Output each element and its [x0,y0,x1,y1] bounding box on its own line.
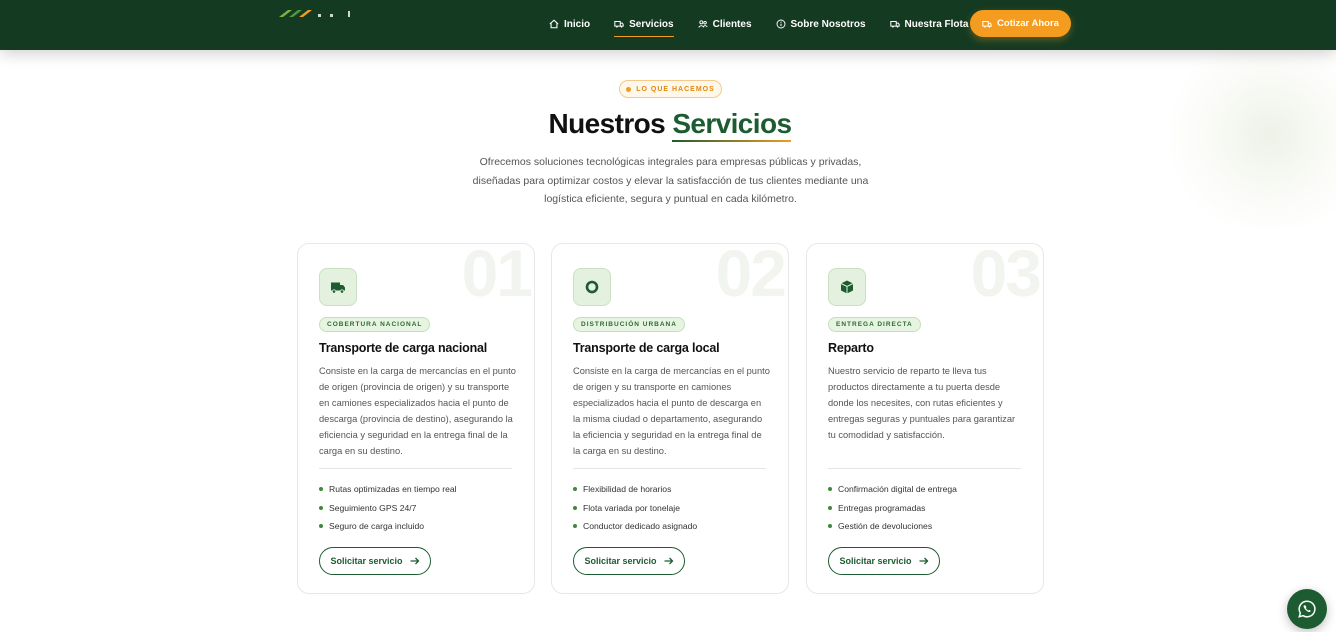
nav-item-inicio[interactable]: Inicio [549,14,590,34]
feature-label: Rutas optimizadas en tiempo real [329,484,457,495]
section-title: Nuestros Servicios [0,108,1336,142]
box-icon [840,280,854,294]
bullet-icon [319,524,323,529]
card-divider [828,468,1021,469]
service-card-reparto: 03 ENTREGA DIRECTA Reparto Nuestro servi… [806,243,1044,594]
card-features: Confirmación digital de entrega Entregas… [828,480,957,536]
feature-item: Flota variada por tonelaje [573,499,697,518]
dot-icon [626,86,632,92]
feature-item: Gestión de devoluciones [828,517,957,536]
bullet-icon [828,524,832,529]
feature-item: Flexibilidad de horarios [573,480,697,499]
bullet-icon [573,487,577,492]
solicitar-servicio-button[interactable]: Solicitar servicio [573,547,685,575]
logo-icon[interactable] [278,8,368,18]
arrow-right-icon [664,557,673,565]
card-badge: COBERTURA NACIONAL [319,317,431,332]
card-badge: DISTRIBUCIÓN URBANA [573,317,685,332]
feature-item: Seguro de carga incluido [319,517,457,536]
nav-item-label: Clientes [712,18,752,30]
section-title-part-a: Nuestros [548,108,666,139]
feature-label: Entregas programadas [838,502,926,513]
nav-links: Inicio Servicios Clientes Sobre Nosotros… [549,0,992,48]
truck-icon [614,21,624,28]
section-title-part-b: Servicios [672,108,792,142]
card-description: Consiste en la carga de mercancías en el… [319,366,516,456]
solicitar-servicio-button[interactable]: Solicitar servicio [828,547,940,575]
card-features: Rutas optimizadas en tiempo real Seguimi… [319,480,457,536]
card-icon-box [319,268,357,306]
users-icon [697,20,708,28]
nav-item-label: Inicio [564,18,591,30]
arrow-right-icon [919,557,928,565]
feature-item: Rutas optimizadas en tiempo real [319,480,457,499]
card-description: Nuestro servicio de reparto te lleva tus… [828,366,1016,440]
bullet-icon [319,505,323,510]
section-subtitle: Ofrecemos soluciones tecnológicas integr… [462,153,879,209]
subtitle-line: logística eficiente, segura y puntual en… [544,193,797,205]
home-icon [549,19,559,29]
card-title: Transporte de carga nacional [319,341,488,355]
card-divider [319,468,512,469]
card-number: 01 [461,243,533,310]
feature-label: Flexibilidad de horarios [583,484,672,495]
cta-label: Cotizar Ahora [997,18,1059,29]
feature-label: Flota variada por tonelaje [583,502,680,513]
feature-item: Seguimiento GPS 24/7 [319,499,457,518]
subtitle-line: diseñadas para optimizar costos y elevar… [472,174,869,187]
solicitar-servicio-button[interactable]: Solicitar servicio [319,547,431,575]
service-card-local: 02 DISTRIBUCIÓN URBANA Transporte de car… [551,243,789,594]
feature-label: Seguro de carga incluido [329,521,425,532]
truck-icon [889,21,900,28]
card-divider [573,468,766,469]
bullet-icon [828,487,832,492]
nav-item-nuestra-flota[interactable]: Nuestra Flota [889,14,969,34]
feature-item: Entregas programadas [828,499,957,518]
bullet-icon [573,505,577,510]
feature-label: Confirmación digital de entrega [838,484,957,495]
arrow-right-icon [410,557,419,565]
whatsapp-button[interactable] [1287,589,1327,629]
card-title: Reparto [828,341,874,355]
section-pill-label: LO QUE HACEMOS [636,85,715,93]
service-card-nacional: 01 COBERTURA NACIONAL Transporte de carg… [297,243,535,594]
bullet-icon [319,487,323,492]
card-number: 02 [715,243,787,310]
truck-icon [331,282,345,294]
section-pill: LO QUE HACEMOS [619,80,722,98]
ring-icon [585,280,599,294]
bullet-icon [573,524,577,529]
info-icon [776,19,785,29]
button-label: Solicitar servicio [584,556,657,566]
bullet-icon [828,505,832,510]
card-icon-box [573,268,611,306]
button-label: Solicitar servicio [330,556,403,566]
cotizar-ahora-button[interactable]: Cotizar Ahora [970,10,1071,37]
card-badge: ENTREGA DIRECTA [828,317,921,332]
nav-item-label: Sobre Nosotros [790,18,866,30]
nav-item-label: Servicios [629,18,674,30]
whatsapp-icon [1298,600,1316,618]
feature-label: Gestión de devoluciones [838,521,933,532]
card-title: Transporte de carga local [573,341,720,355]
feature-item: Conductor dedicado asignado [573,517,697,536]
card-features: Flexibilidad de horarios Flota variada p… [573,480,697,536]
card-description: Consiste en la carga de mercancías en el… [573,366,770,456]
feature-label: Seguimiento GPS 24/7 [329,502,417,513]
feature-item: Confirmación digital de entrega [828,480,957,499]
truck-icon [982,20,992,28]
card-icon-box [828,268,866,306]
card-number: 03 [970,243,1042,310]
nav-item-clientes[interactable]: Clientes [697,14,752,34]
top-navbar: Inicio Servicios Clientes Sobre Nosotros… [0,0,1336,50]
nav-item-servicios[interactable]: Servicios [614,14,675,37]
nav-item-label: Nuestra Flota [904,18,969,30]
subtitle-line: Ofrecemos soluciones tecnológicas integr… [479,156,862,168]
button-label: Solicitar servicio [839,556,912,566]
feature-label: Conductor dedicado asignado [583,521,698,532]
nav-item-sobre-nosotros[interactable]: Sobre Nosotros [776,14,866,34]
